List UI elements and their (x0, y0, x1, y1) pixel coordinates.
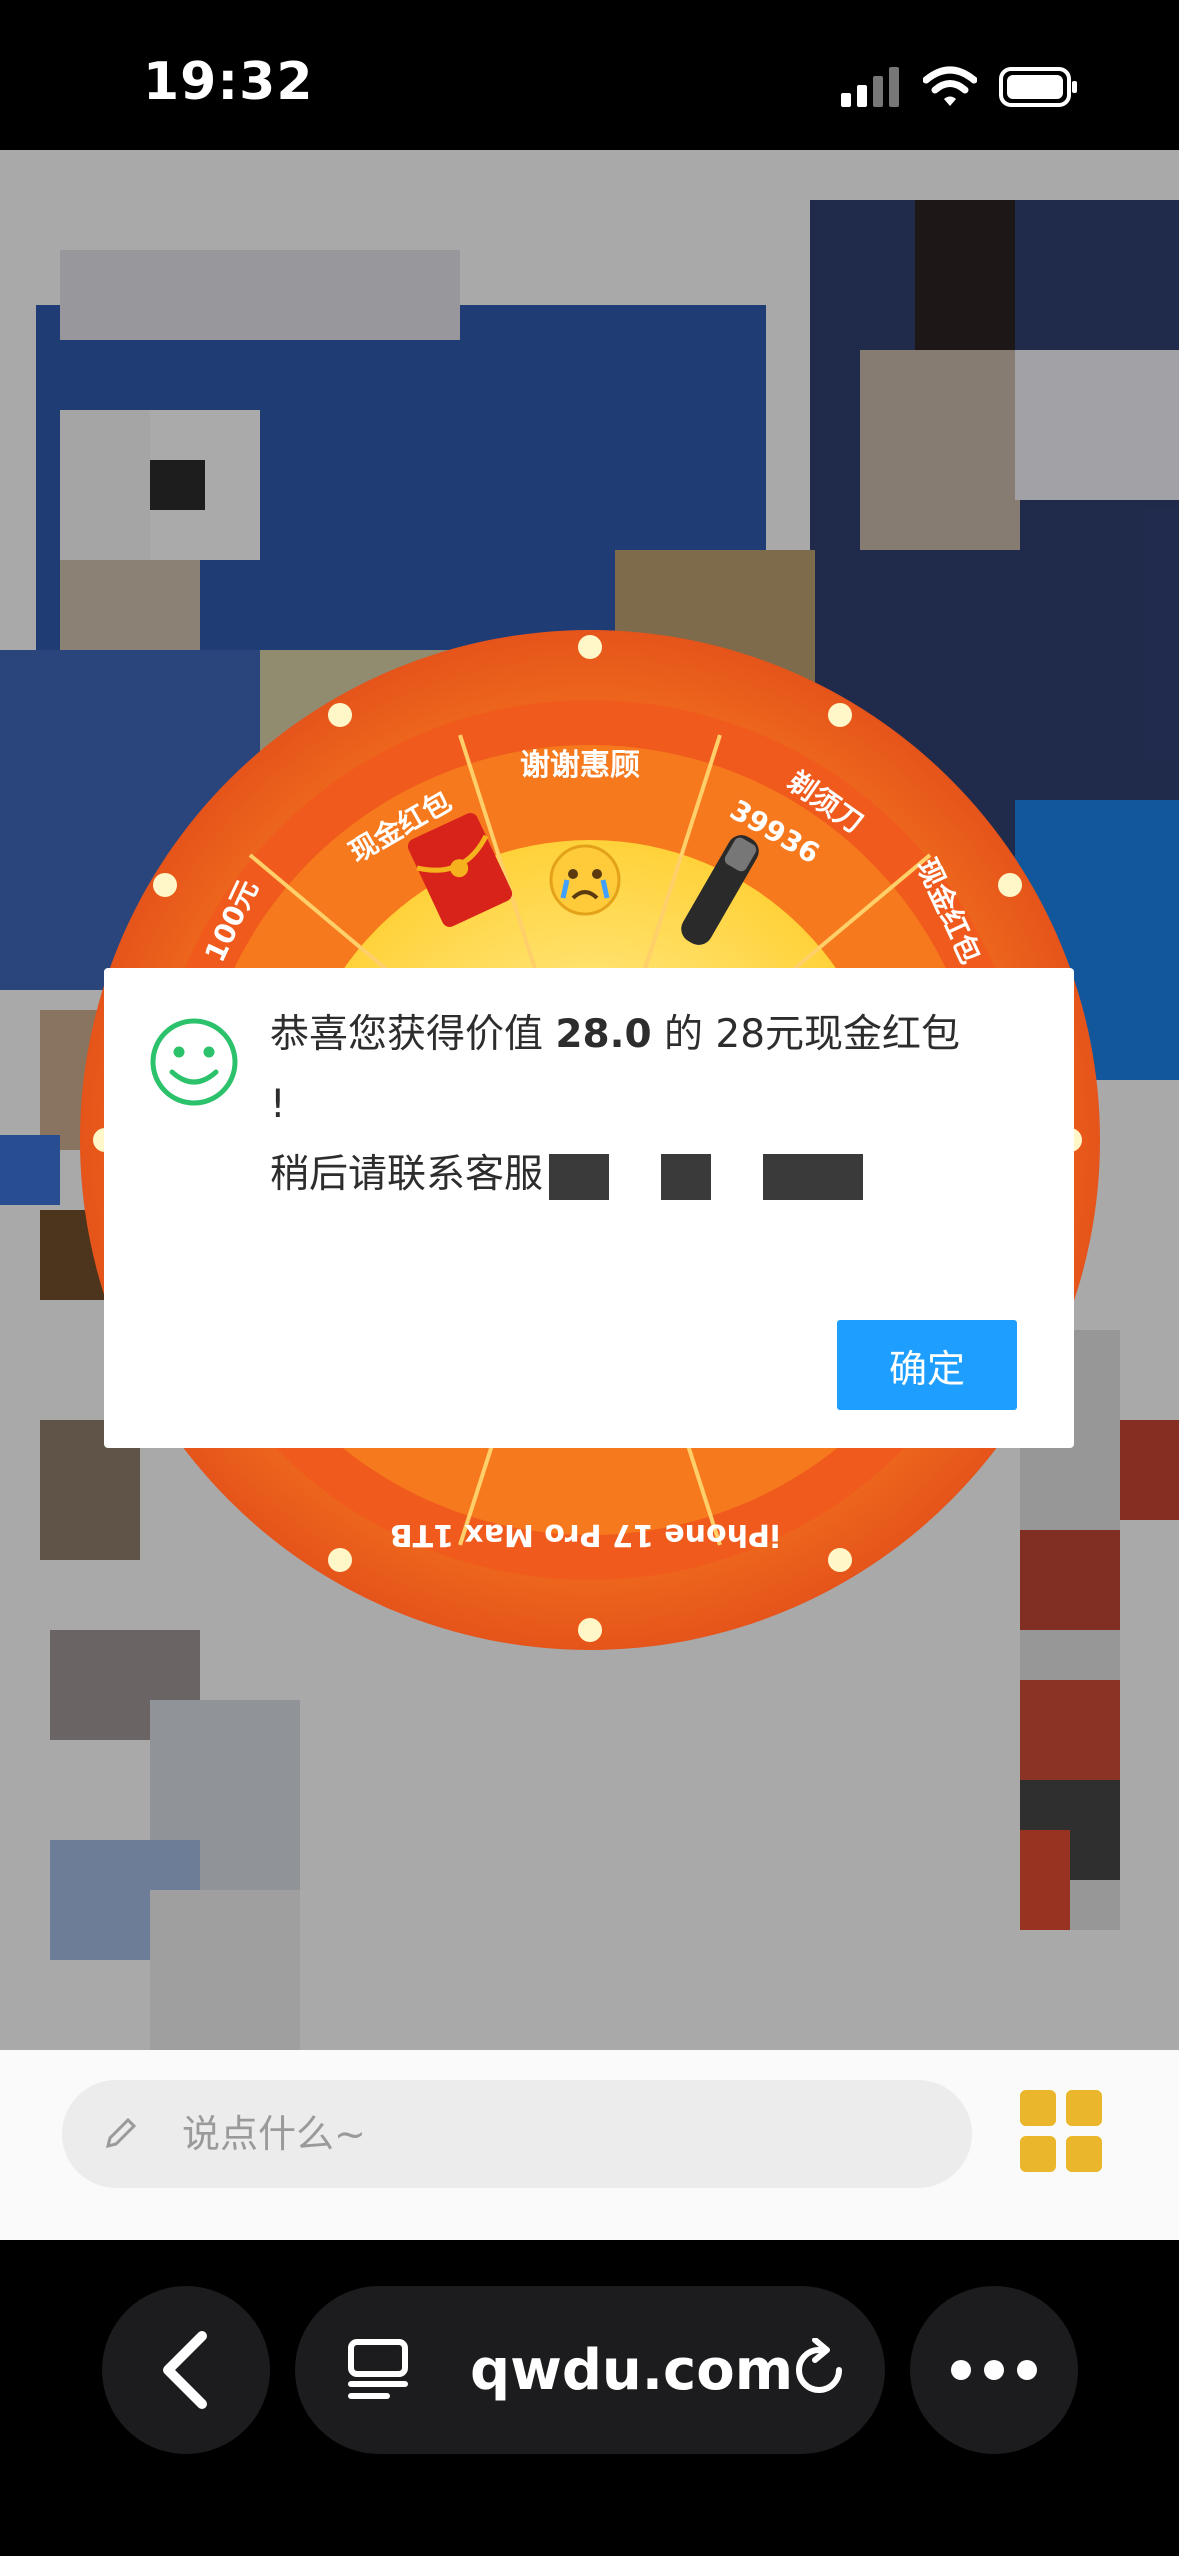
wifi-icon (923, 66, 977, 106)
prize-dialog: 恭喜您获得价值 28.0 的 28元现金红包 ! 稍后请联系客服 确定 (104, 968, 1074, 1448)
redacted-block (549, 1153, 610, 1200)
pencil-icon (105, 2117, 137, 2149)
signal-icon (841, 67, 899, 107)
url-text: qwdu.com (470, 2338, 794, 2403)
status-icons (841, 62, 1079, 112)
message-prefix: 恭喜您获得价值 (270, 1012, 556, 1057)
more-button[interactable] (910, 2286, 1078, 2454)
status-bar: 19:32 (0, 0, 1179, 175)
wheel-label-iphone: iPhone 17 Pro Max 1TB (390, 1517, 781, 1552)
address-bar[interactable]: qwdu.com (295, 2286, 885, 2454)
chat-input[interactable]: 说点什么~ (62, 2080, 972, 2188)
wheel-label-thanks: 谢谢惠顾 (520, 748, 640, 783)
status-time: 19:32 (143, 52, 314, 112)
crying-face-icon (549, 844, 621, 916)
smile-icon (150, 1018, 238, 1106)
redacted-block (763, 1153, 864, 1200)
redacted-block (661, 1153, 712, 1200)
message-middle: 的 28元现金红包 (651, 1012, 961, 1057)
apps-grid-icon[interactable] (1020, 2090, 1104, 2174)
chat-input-bar: 说点什么~ (0, 2050, 1179, 2240)
prize-value: 28.0 (555, 1012, 652, 1057)
more-dots-icon (951, 2360, 1037, 2380)
browser-toolbar: qwdu.com (0, 2240, 1179, 2556)
confirm-button[interactable]: 确定 (837, 1320, 1017, 1410)
back-button[interactable] (102, 2286, 270, 2454)
dialog-message: 恭喜您获得价值 28.0 的 28元现金红包 ! 稍后请联系客服 (270, 1000, 1030, 1210)
reload-icon[interactable] (787, 2338, 851, 2402)
chevron-left-icon (163, 2331, 207, 2409)
message-line2: 稍后请联系客服 (270, 1152, 544, 1197)
message-end: ! (270, 1082, 286, 1127)
battery-icon (999, 67, 1077, 107)
reader-icon (348, 2339, 408, 2399)
